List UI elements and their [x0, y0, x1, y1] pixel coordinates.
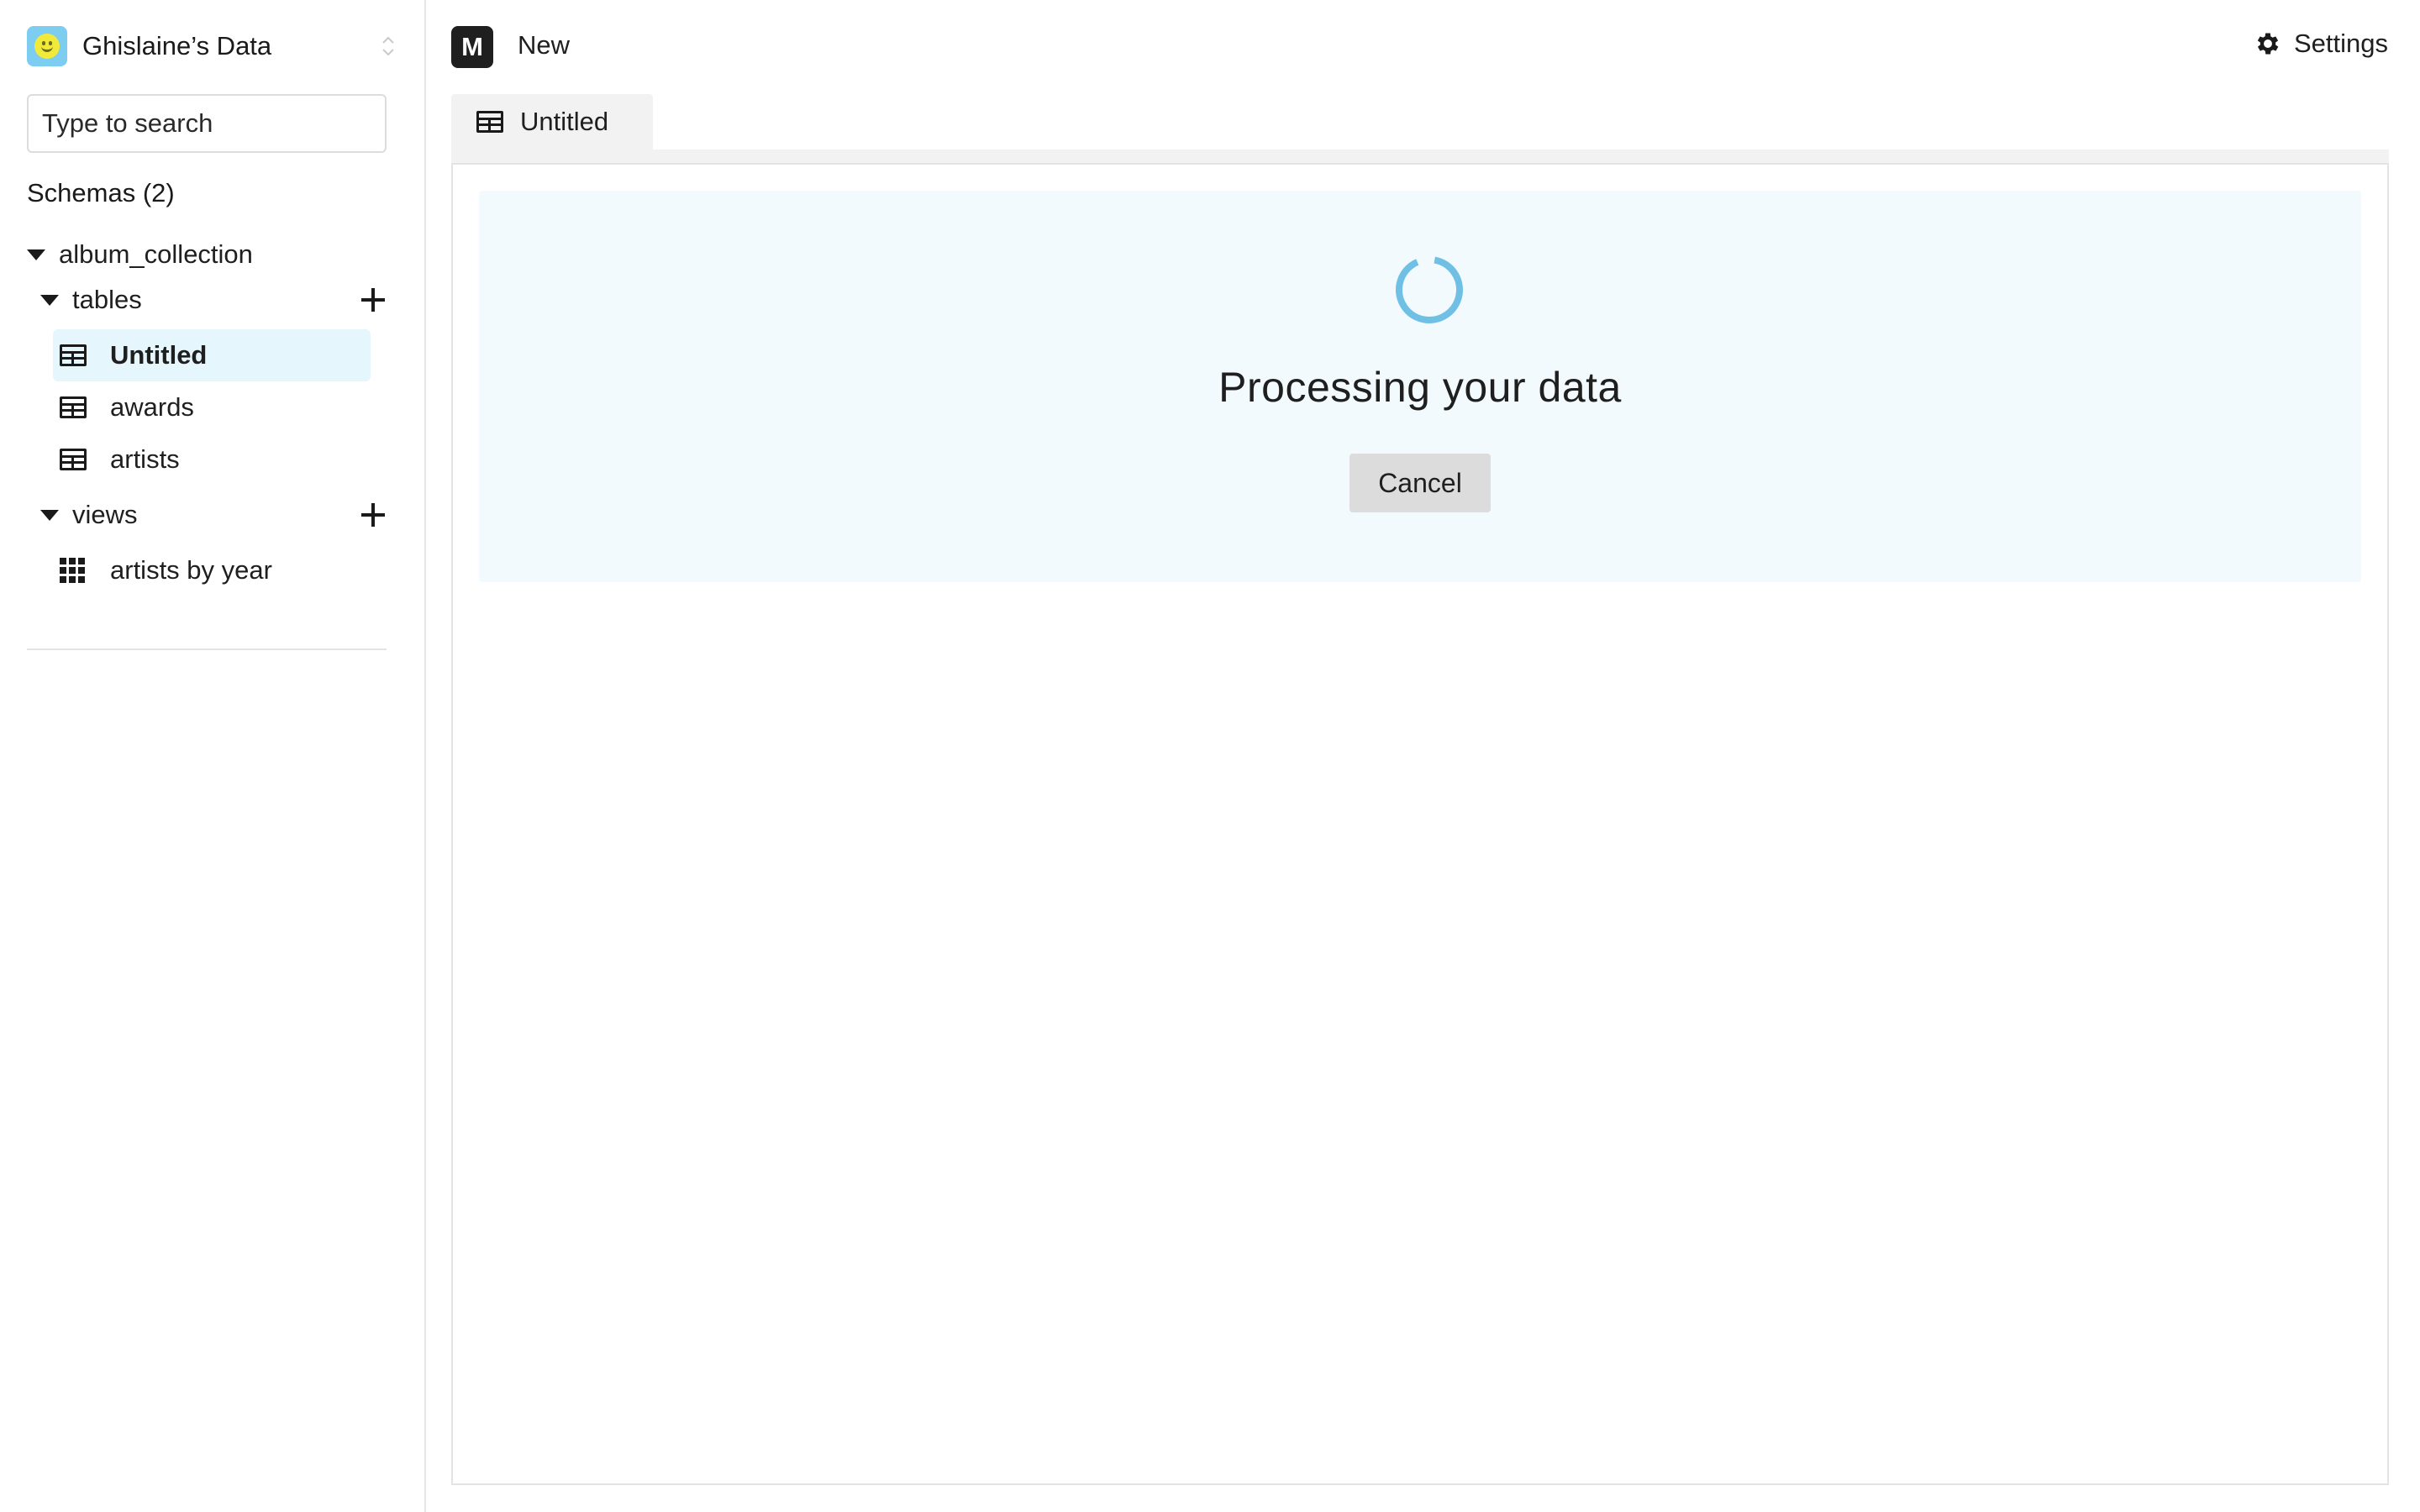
chevron-updown-icon[interactable] [380, 34, 397, 59]
gear-icon [2257, 33, 2279, 55]
cancel-button[interactable]: Cancel [1349, 454, 1491, 512]
database-name: Ghislaine’s Data [82, 31, 272, 60]
add-table-plus-icon[interactable] [361, 288, 385, 312]
table-item-artists[interactable]: artists [53, 433, 371, 486]
table-icon [476, 111, 503, 133]
caret-down-icon[interactable] [27, 249, 45, 260]
settings-label: Settings [2293, 29, 2388, 58]
sidebar-divider [27, 648, 387, 650]
table-item-label: artists [110, 444, 180, 474]
search-input[interactable] [27, 94, 387, 153]
sidebar: Ghislaine’s Data Schemas (2) album_colle… [0, 0, 426, 1512]
views-group-label: views [72, 500, 138, 529]
add-view-plus-icon[interactable] [361, 503, 385, 527]
caret-down-icon[interactable] [40, 509, 59, 521]
table-item-awards[interactable]: awards [53, 381, 371, 433]
schemas-heading: Schemas (2) [27, 178, 175, 207]
tables-group[interactable]: tables [40, 285, 142, 315]
table-icon [60, 344, 87, 366]
caret-down-icon[interactable] [40, 294, 59, 306]
grid-icon [60, 558, 87, 583]
database-switcher[interactable]: Ghislaine’s Data [27, 25, 397, 67]
table-item-label: Untitled [110, 340, 208, 370]
tables-group-label: tables [72, 285, 142, 314]
loading-spinner-icon [1396, 256, 1463, 323]
app-logo[interactable]: M [451, 26, 493, 68]
schema-name: album_collection [59, 239, 253, 269]
table-icon [60, 449, 87, 470]
view-item-artists-by-year[interactable]: artists by year [53, 544, 371, 596]
views-group[interactable]: views [40, 500, 138, 530]
new-button[interactable]: New [518, 30, 570, 60]
tab-untitled[interactable]: Untitled [451, 94, 653, 150]
schema-album-collection[interactable]: album_collection [27, 239, 253, 270]
table-item-untitled[interactable]: Untitled [53, 329, 371, 381]
tab-label: Untitled [520, 107, 609, 136]
table-icon [60, 396, 87, 418]
smiley-face-icon [27, 26, 67, 66]
settings-button[interactable]: Settings [2254, 29, 2388, 59]
processing-panel: Processing your data Cancel [479, 191, 2361, 582]
content-panel: Processing your data Cancel [451, 163, 2389, 1485]
view-item-label: artists by year [110, 555, 272, 585]
table-item-label: awards [110, 392, 194, 422]
processing-title: Processing your data [1218, 364, 1622, 411]
